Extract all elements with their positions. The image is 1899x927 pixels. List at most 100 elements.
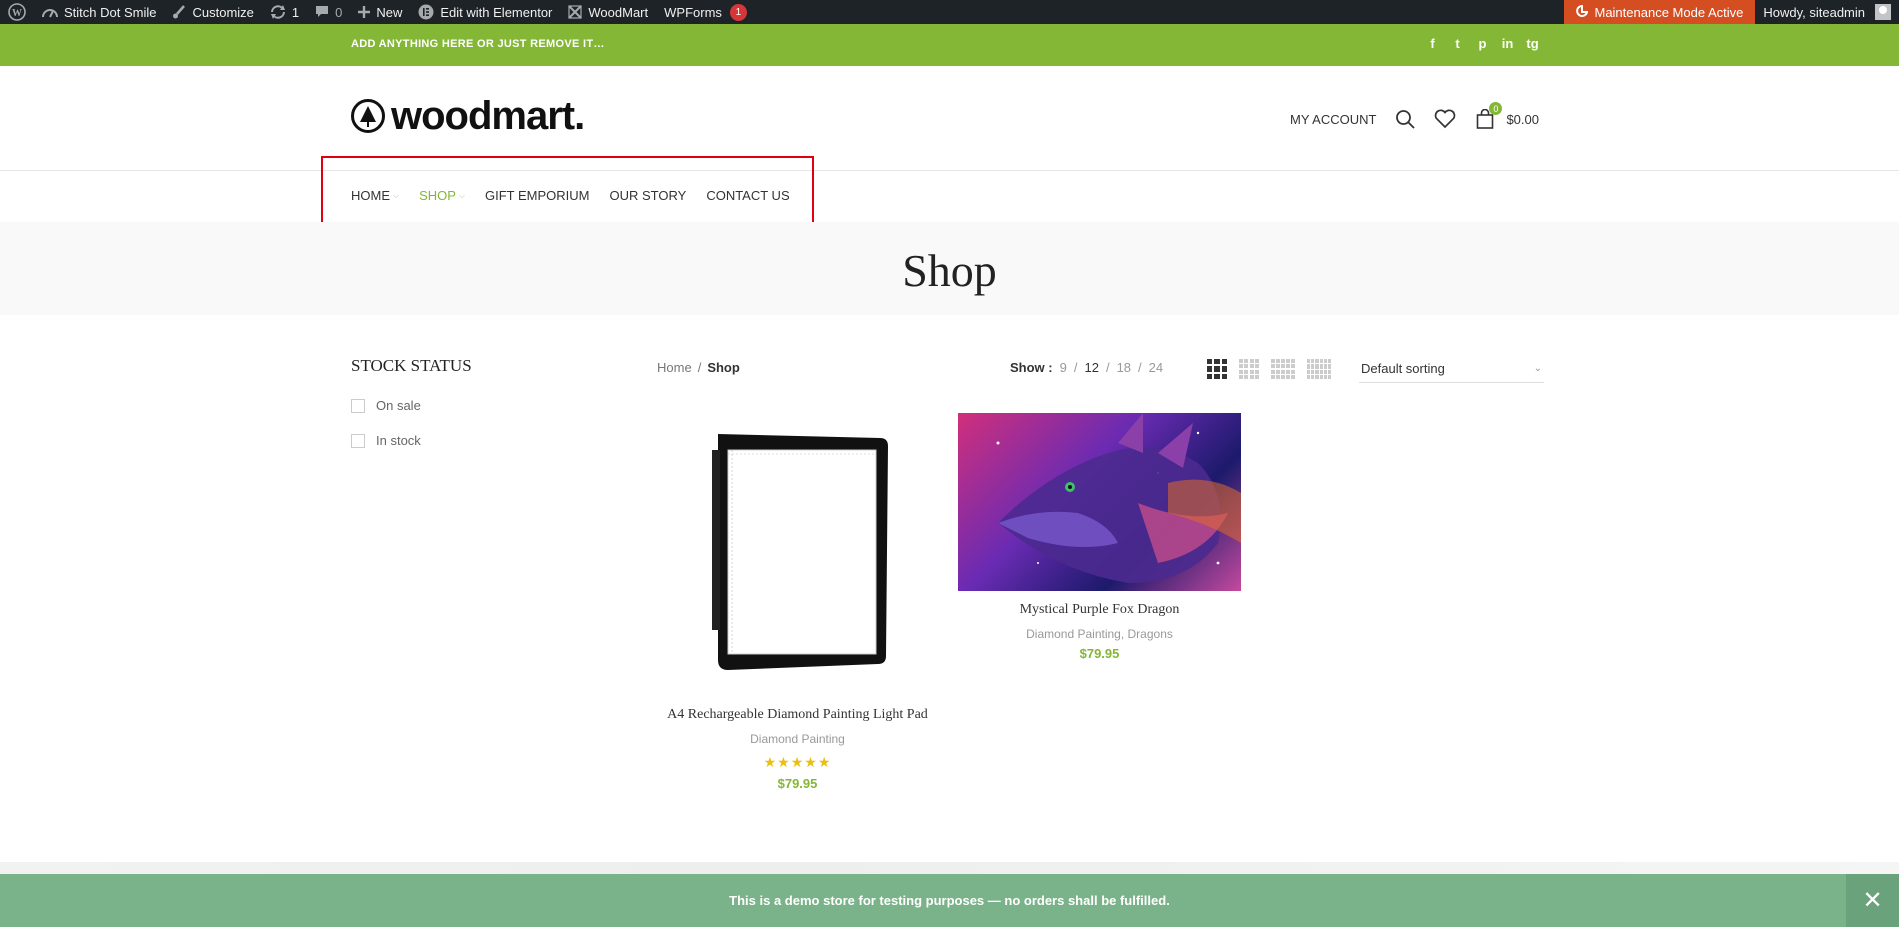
breadcrumb-home[interactable]: Home <box>657 360 692 375</box>
comment-icon <box>315 5 329 19</box>
product-card-fox-dragon: Mystical Purple Fox Dragon Diamond Paint… <box>958 600 1241 661</box>
breadcrumb-current: Shop <box>707 360 740 375</box>
sorting-select[interactable]: Default sorting ⌄ <box>1359 355 1544 383</box>
product-card-light-pad: A4 Rechargeable Diamond Painting Light P… <box>660 705 935 791</box>
woodmart-label: WoodMart <box>588 4 649 20</box>
maintenance-label: Maintenance Mode Active <box>1594 4 1744 20</box>
chevron-down-icon: ⌄ <box>1533 363 1542 374</box>
tree-logo-icon <box>351 99 385 133</box>
filter-on-sale[interactable]: On sale <box>351 398 421 413</box>
social-links: f t p in tg <box>1424 36 1541 51</box>
cart-total[interactable]: $0.00 <box>1506 112 1539 127</box>
highlight-box <box>321 156 814 231</box>
plus-icon <box>358 6 371 18</box>
elementor-icon <box>418 4 434 20</box>
updates-link[interactable]: 1 <box>262 0 307 24</box>
linkedin-icon[interactable]: in <box>1499 36 1516 51</box>
top-bar: ADD ANYTHING HERE OR JUST REMOVE IT… f t… <box>0 24 1899 66</box>
admin-bar: W Stitch Dot Smile Customize 1 0 New Edi… <box>0 0 1899 24</box>
show-label: Show : <box>1010 360 1053 375</box>
per-page-12[interactable]: 12 <box>1084 360 1098 375</box>
customize-link[interactable]: Customize <box>164 0 261 24</box>
page-title-bar: Shop <box>0 222 1899 315</box>
cart-count-badge: 0 <box>1489 102 1503 115</box>
pinterest-icon[interactable]: p <box>1474 36 1491 51</box>
checkbox[interactable] <box>351 433 365 448</box>
wp-logo-button[interactable]: W <box>0 0 34 24</box>
site-name-label: Stitch Dot Smile <box>64 4 157 20</box>
breadcrumb-separator: / <box>697 360 702 375</box>
product-category[interactable]: Diamond Painting, Dragons <box>958 627 1241 641</box>
page-title: Shop <box>902 245 997 296</box>
wpforms-label: WPForms <box>664 4 722 20</box>
wpforms-badge: 1 <box>729 3 747 21</box>
twitter-icon[interactable]: t <box>1449 36 1466 51</box>
cart-bag-icon[interactable]: 0 <box>1474 102 1503 130</box>
updates-icon <box>270 5 286 19</box>
sorting-value: Default sorting <box>1361 361 1445 376</box>
product-image-fox-dragon[interactable] <box>958 413 1241 591</box>
maintenance-mode-link[interactable]: Maintenance Mode Active <box>1564 0 1756 24</box>
avatar <box>1875 4 1891 20</box>
logo-text: woodmart. <box>391 94 585 138</box>
product-image-light-pad[interactable] <box>710 430 890 680</box>
new-content-link[interactable]: New <box>350 0 410 24</box>
grid-6-icon[interactable] <box>1307 359 1331 379</box>
filter-label: On sale <box>376 398 421 413</box>
comments-link[interactable]: 0 <box>307 0 350 24</box>
brush-icon <box>172 5 186 19</box>
woodmart-link[interactable]: WoodMart <box>560 0 656 24</box>
header-tools: MY ACCOUNT 0 $0.00 <box>1290 102 1539 130</box>
footer-image-strip <box>0 862 1899 874</box>
promo-text: ADD ANYTHING HERE OR JUST REMOVE IT… <box>351 38 605 50</box>
filter-in-stock[interactable]: In stock <box>351 433 421 448</box>
search-icon[interactable] <box>1394 108 1416 130</box>
new-label: New <box>376 4 403 20</box>
wordpress-icon: W <box>8 3 26 21</box>
product-price: $79.95 <box>1079 646 1120 661</box>
per-page-18[interactable]: 18 <box>1117 360 1131 375</box>
grid-4-icon[interactable] <box>1239 359 1259 379</box>
account-menu[interactable]: Howdy, siteadmin <box>1755 0 1899 24</box>
product-price: $79.95 <box>777 776 818 791</box>
demo-notice-text: This is a demo store for testing purpose… <box>729 893 1170 908</box>
site-header: woodmart. MY ACCOUNT 0 $0.00 <box>0 66 1899 171</box>
product-title[interactable]: Mystical Purple Fox Dragon <box>958 600 1241 619</box>
checkbox[interactable] <box>351 398 365 413</box>
stock-status-title: STOCK STATUS <box>351 356 472 375</box>
close-notice-button[interactable]: ✕ <box>1846 874 1899 927</box>
telegram-icon[interactable]: tg <box>1524 36 1541 51</box>
grid-5-icon[interactable] <box>1271 359 1295 379</box>
svg-text:W: W <box>12 8 22 19</box>
product-category[interactable]: Diamond Painting <box>660 732 935 746</box>
howdy-label: Howdy, siteadmin <box>1763 4 1865 20</box>
filter-label: In stock <box>376 433 421 448</box>
grid-3-icon[interactable] <box>1207 359 1227 379</box>
customize-label: Customize <box>192 4 254 20</box>
updates-count: 1 <box>291 4 300 20</box>
dashboard-icon <box>42 5 58 19</box>
woodmart-icon <box>568 5 583 19</box>
wishlist-heart-icon[interactable] <box>1434 108 1456 130</box>
star-rating: ★★★★★ <box>763 754 832 770</box>
product-title[interactable]: A4 Rechargeable Diamond Painting Light P… <box>660 705 935 724</box>
per-page-separator: / <box>1105 360 1110 375</box>
comments-count: 0 <box>335 4 343 20</box>
per-page-separator: / <box>1138 360 1142 375</box>
site-name-link[interactable]: Stitch Dot Smile <box>34 0 164 24</box>
grid-columns-switcher <box>1207 359 1331 379</box>
per-page-9[interactable]: 9 <box>1060 360 1067 375</box>
close-icon: ✕ <box>1862 887 1883 914</box>
my-account-link[interactable]: MY ACCOUNT <box>1290 112 1376 127</box>
per-page-separator: / <box>1073 360 1078 375</box>
breadcrumb: Home / Shop <box>657 360 740 375</box>
site-logo[interactable]: woodmart. <box>351 94 585 138</box>
elementor-label: Edit with Elementor <box>440 4 553 20</box>
wpforms-link[interactable]: WPForms 1 <box>656 0 755 24</box>
per-page-24[interactable]: 24 <box>1149 360 1163 375</box>
facebook-icon[interactable]: f <box>1424 36 1441 51</box>
maintenance-icon <box>1576 5 1589 19</box>
edit-elementor-link[interactable]: Edit with Elementor <box>410 0 560 24</box>
per-page-selector: Show : 9 / 12 / 18 / 24 <box>1010 360 1163 375</box>
demo-store-notice: This is a demo store for testing purpose… <box>0 874 1899 927</box>
